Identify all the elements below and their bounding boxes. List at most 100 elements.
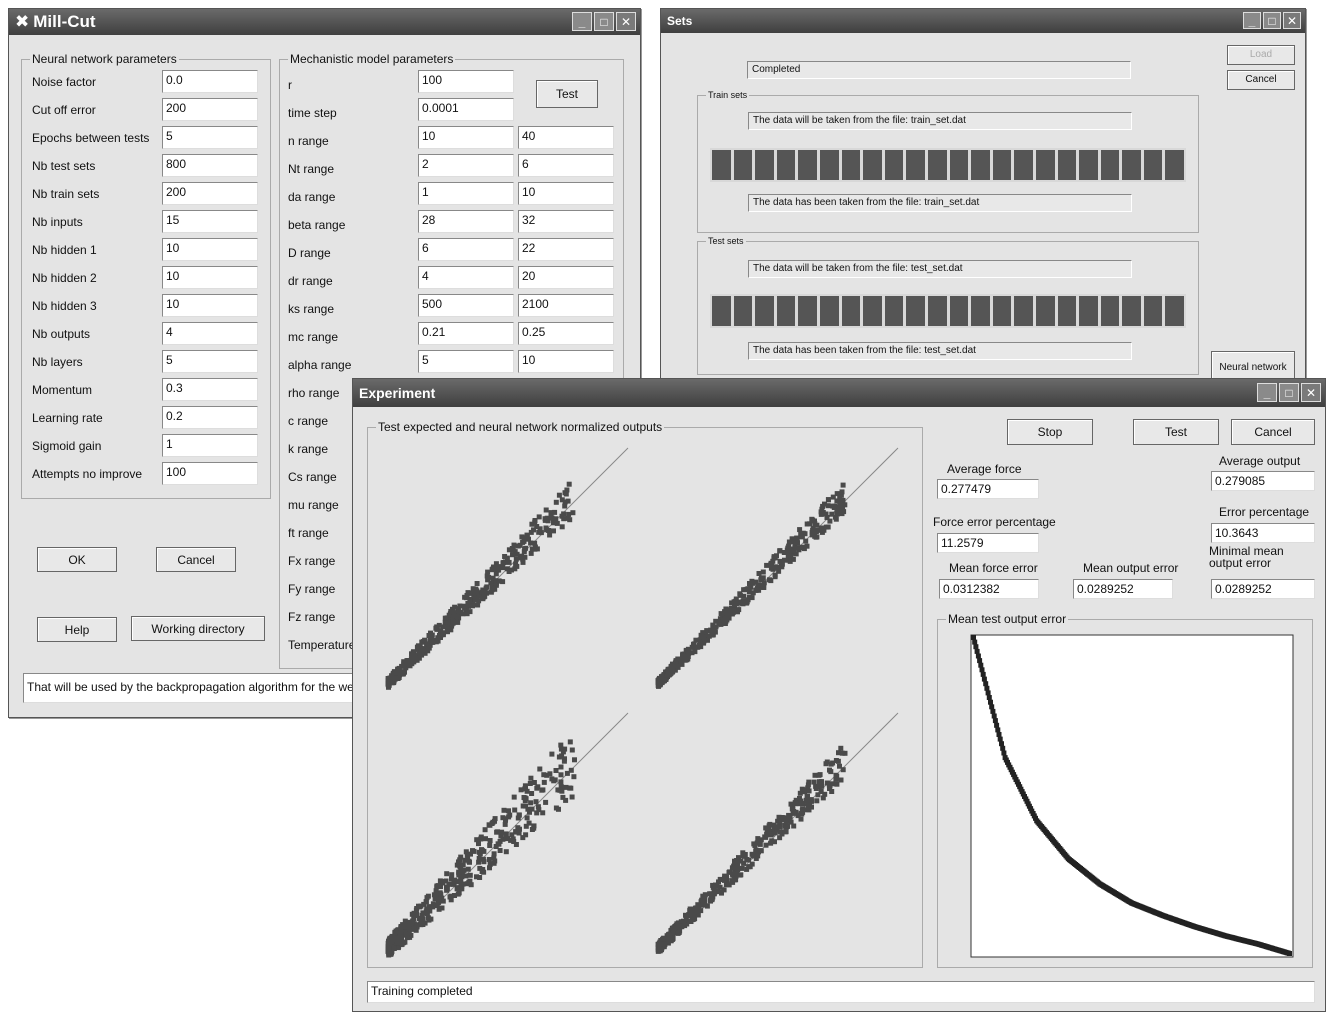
progress-block: [733, 296, 753, 326]
nn-param-field[interactable]: 10: [162, 294, 258, 317]
status-bar: Training completed: [367, 981, 1315, 1003]
scatter-point: [497, 578, 503, 584]
nn-param-field[interactable]: 100: [162, 462, 258, 485]
nn-param-field[interactable]: 0.2: [162, 406, 258, 429]
scatter-point: [692, 649, 698, 655]
test-button[interactable]: Test: [1133, 419, 1219, 445]
scatter-point: [729, 865, 735, 871]
nn-param-field[interactable]: 4: [162, 322, 258, 345]
scatter-point: [708, 628, 714, 634]
sets-titlebar[interactable]: Sets _ □ ✕: [661, 9, 1305, 33]
cancel-button[interactable]: Cancel: [156, 547, 236, 572]
mm-param-max-field[interactable]: 22: [518, 238, 614, 261]
millcut-titlebar[interactable]: ✖ Mill-Cut _ □ ✕: [9, 9, 640, 35]
scatter-point: [777, 548, 783, 554]
min-mean-output-error-field[interactable]: 0.0289252: [1211, 579, 1315, 599]
scatter-point: [458, 854, 464, 860]
minimize-icon[interactable]: _: [1257, 383, 1277, 402]
mm-param-min-field[interactable]: 1: [418, 182, 514, 205]
mm-param-max-field[interactable]: 20: [518, 266, 614, 289]
maximize-icon[interactable]: □: [1279, 383, 1299, 402]
scatter-point: [474, 581, 480, 586]
mm-param-min-field[interactable]: 4: [418, 266, 514, 289]
scatter-point: [403, 932, 409, 938]
scatter-point: [548, 510, 554, 516]
scatter-point: [465, 601, 471, 606]
load-button[interactable]: Load: [1227, 45, 1295, 65]
scatter-point: [528, 540, 534, 546]
scatter-point: [408, 921, 414, 927]
mm-param-min-field[interactable]: 500: [418, 294, 514, 317]
mm-param-max-field[interactable]: 6: [518, 154, 614, 177]
progress-block: [1100, 296, 1120, 326]
progress-block: [906, 296, 925, 326]
error-curve-point: [971, 635, 976, 640]
nn-param-field[interactable]: 200: [162, 98, 258, 121]
mm-param-max-field[interactable]: 40: [518, 126, 614, 149]
mm-param-min-field[interactable]: 10: [418, 126, 514, 149]
test-button[interactable]: Test: [536, 80, 598, 108]
ok-button[interactable]: OK: [37, 547, 117, 572]
scatter-point: [433, 890, 439, 896]
help-button[interactable]: Help: [37, 617, 117, 642]
mm-param-min-field[interactable]: 0.0001: [418, 98, 514, 121]
completed-field: Completed: [747, 61, 1131, 79]
nn-param-field[interactable]: 15: [162, 210, 258, 233]
close-icon[interactable]: ✕: [1283, 12, 1301, 29]
scatter-point: [763, 842, 769, 848]
nn-param-field[interactable]: 10: [162, 266, 258, 289]
mean-output-error-field[interactable]: 0.0289252: [1073, 579, 1173, 599]
cancel-button[interactable]: Cancel: [1227, 70, 1295, 90]
minimize-icon[interactable]: _: [572, 12, 592, 31]
maximize-icon[interactable]: □: [1263, 12, 1281, 29]
scatter-point: [522, 798, 528, 804]
working-directory-button[interactable]: Working directory: [131, 616, 265, 641]
mean-force-error-field[interactable]: 0.0312382: [939, 579, 1039, 599]
progress-block: [776, 296, 796, 326]
cancel-button[interactable]: Cancel: [1231, 419, 1315, 445]
scatter-point: [764, 562, 770, 568]
scatter-point: [749, 595, 755, 601]
mm-param-max-field[interactable]: 0.25: [518, 322, 614, 345]
nn-param-field[interactable]: 0.3: [162, 378, 258, 401]
test-source-field: The data will be taken from the file: te…: [748, 260, 1132, 278]
nn-param-field[interactable]: 200: [162, 182, 258, 205]
progress-block: [1057, 150, 1077, 180]
nn-param-field[interactable]: 5: [162, 126, 258, 149]
mm-param-min-field[interactable]: 0.21: [418, 322, 514, 345]
scatter-point: [549, 776, 555, 782]
mm-param-min-field[interactable]: 100: [418, 70, 514, 93]
mm-param-max-field[interactable]: 32: [518, 210, 614, 233]
scatter-point: [494, 565, 500, 571]
mm-param-max-field[interactable]: 10: [518, 350, 614, 373]
stop-button[interactable]: Stop: [1007, 419, 1093, 445]
mm-param-max-field[interactable]: 10: [518, 182, 614, 205]
maximize-icon[interactable]: □: [594, 12, 614, 31]
error-pct-field[interactable]: 10.3643: [1211, 523, 1315, 543]
nn-param-field[interactable]: 1: [162, 434, 258, 457]
mm-param-min-field[interactable]: 28: [418, 210, 514, 233]
experiment-titlebar[interactable]: Experiment _ □ ✕: [353, 379, 1325, 407]
progress-block: [863, 296, 882, 326]
scatter-point: [701, 902, 707, 908]
mm-param-min-field[interactable]: 6: [418, 238, 514, 261]
mm-param-min-field[interactable]: 5: [418, 350, 514, 373]
close-icon[interactable]: ✕: [616, 12, 636, 31]
scatter-point: [464, 852, 470, 858]
minimize-icon[interactable]: _: [1243, 12, 1261, 29]
scatter-point: [777, 829, 783, 835]
force-error-pct-field[interactable]: 11.2579: [937, 533, 1039, 553]
scatter-point: [537, 766, 543, 772]
scatter-point: [838, 745, 844, 751]
average-output-field[interactable]: 0.279085: [1211, 471, 1315, 491]
nn-param-field[interactable]: 5: [162, 350, 258, 373]
average-force-field[interactable]: 0.277479: [937, 479, 1039, 499]
nn-param-field[interactable]: 0.0: [162, 70, 258, 93]
mm-param-max-field[interactable]: 2100: [518, 294, 614, 317]
mm-param-min-field[interactable]: 2: [418, 154, 514, 177]
nn-param-field[interactable]: 10: [162, 238, 258, 261]
close-icon[interactable]: ✕: [1301, 383, 1321, 402]
scatter-point: [755, 582, 761, 588]
nn-param-field[interactable]: 800: [162, 154, 258, 177]
progress-block: [1165, 150, 1185, 180]
